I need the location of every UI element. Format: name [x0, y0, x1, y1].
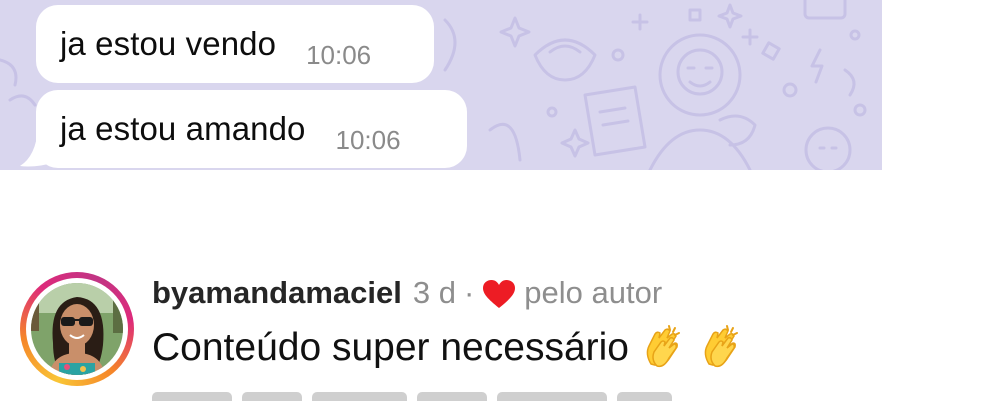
message-time: 10:06 [306, 39, 372, 70]
comment-body: Conteúdo super necessário [152, 324, 745, 372]
clapping-hands-emoji-icon [646, 325, 680, 368]
liked-by-author-label: pelo autor [524, 275, 663, 310]
chat-message[interactable]: ja estou amando 10:06 [36, 90, 467, 168]
message-text: ja estou vendo [60, 25, 277, 62]
chat-screenshot: ja estou vendo 10:06 ja estou amando 10:… [0, 0, 882, 170]
comment-header: byamandamaciel 3 d · pelo autor [152, 275, 662, 311]
heart-icon [483, 280, 516, 308]
avatar-ring-gap [26, 278, 128, 380]
comment-username[interactable]: byamandamaciel [152, 275, 402, 311]
message-time: 10:06 [335, 124, 401, 155]
meta-separator: · [463, 275, 475, 310]
chat-message[interactable]: ja estou vendo 10:06 [36, 5, 434, 83]
user-avatar-photo-icon [31, 283, 123, 375]
clapping-hands-emoji-icon [704, 325, 738, 368]
cropped-next-line [152, 392, 762, 401]
comment-age: 3 d [412, 275, 456, 310]
comment-item: byamandamaciel 3 d · pelo autor Conteúdo… [0, 260, 985, 401]
comment-text: Conteúdo super necessário [152, 326, 629, 369]
avatar-story-ring[interactable] [20, 272, 134, 386]
avatar [31, 283, 123, 375]
message-text: ja estou amando [60, 110, 306, 147]
